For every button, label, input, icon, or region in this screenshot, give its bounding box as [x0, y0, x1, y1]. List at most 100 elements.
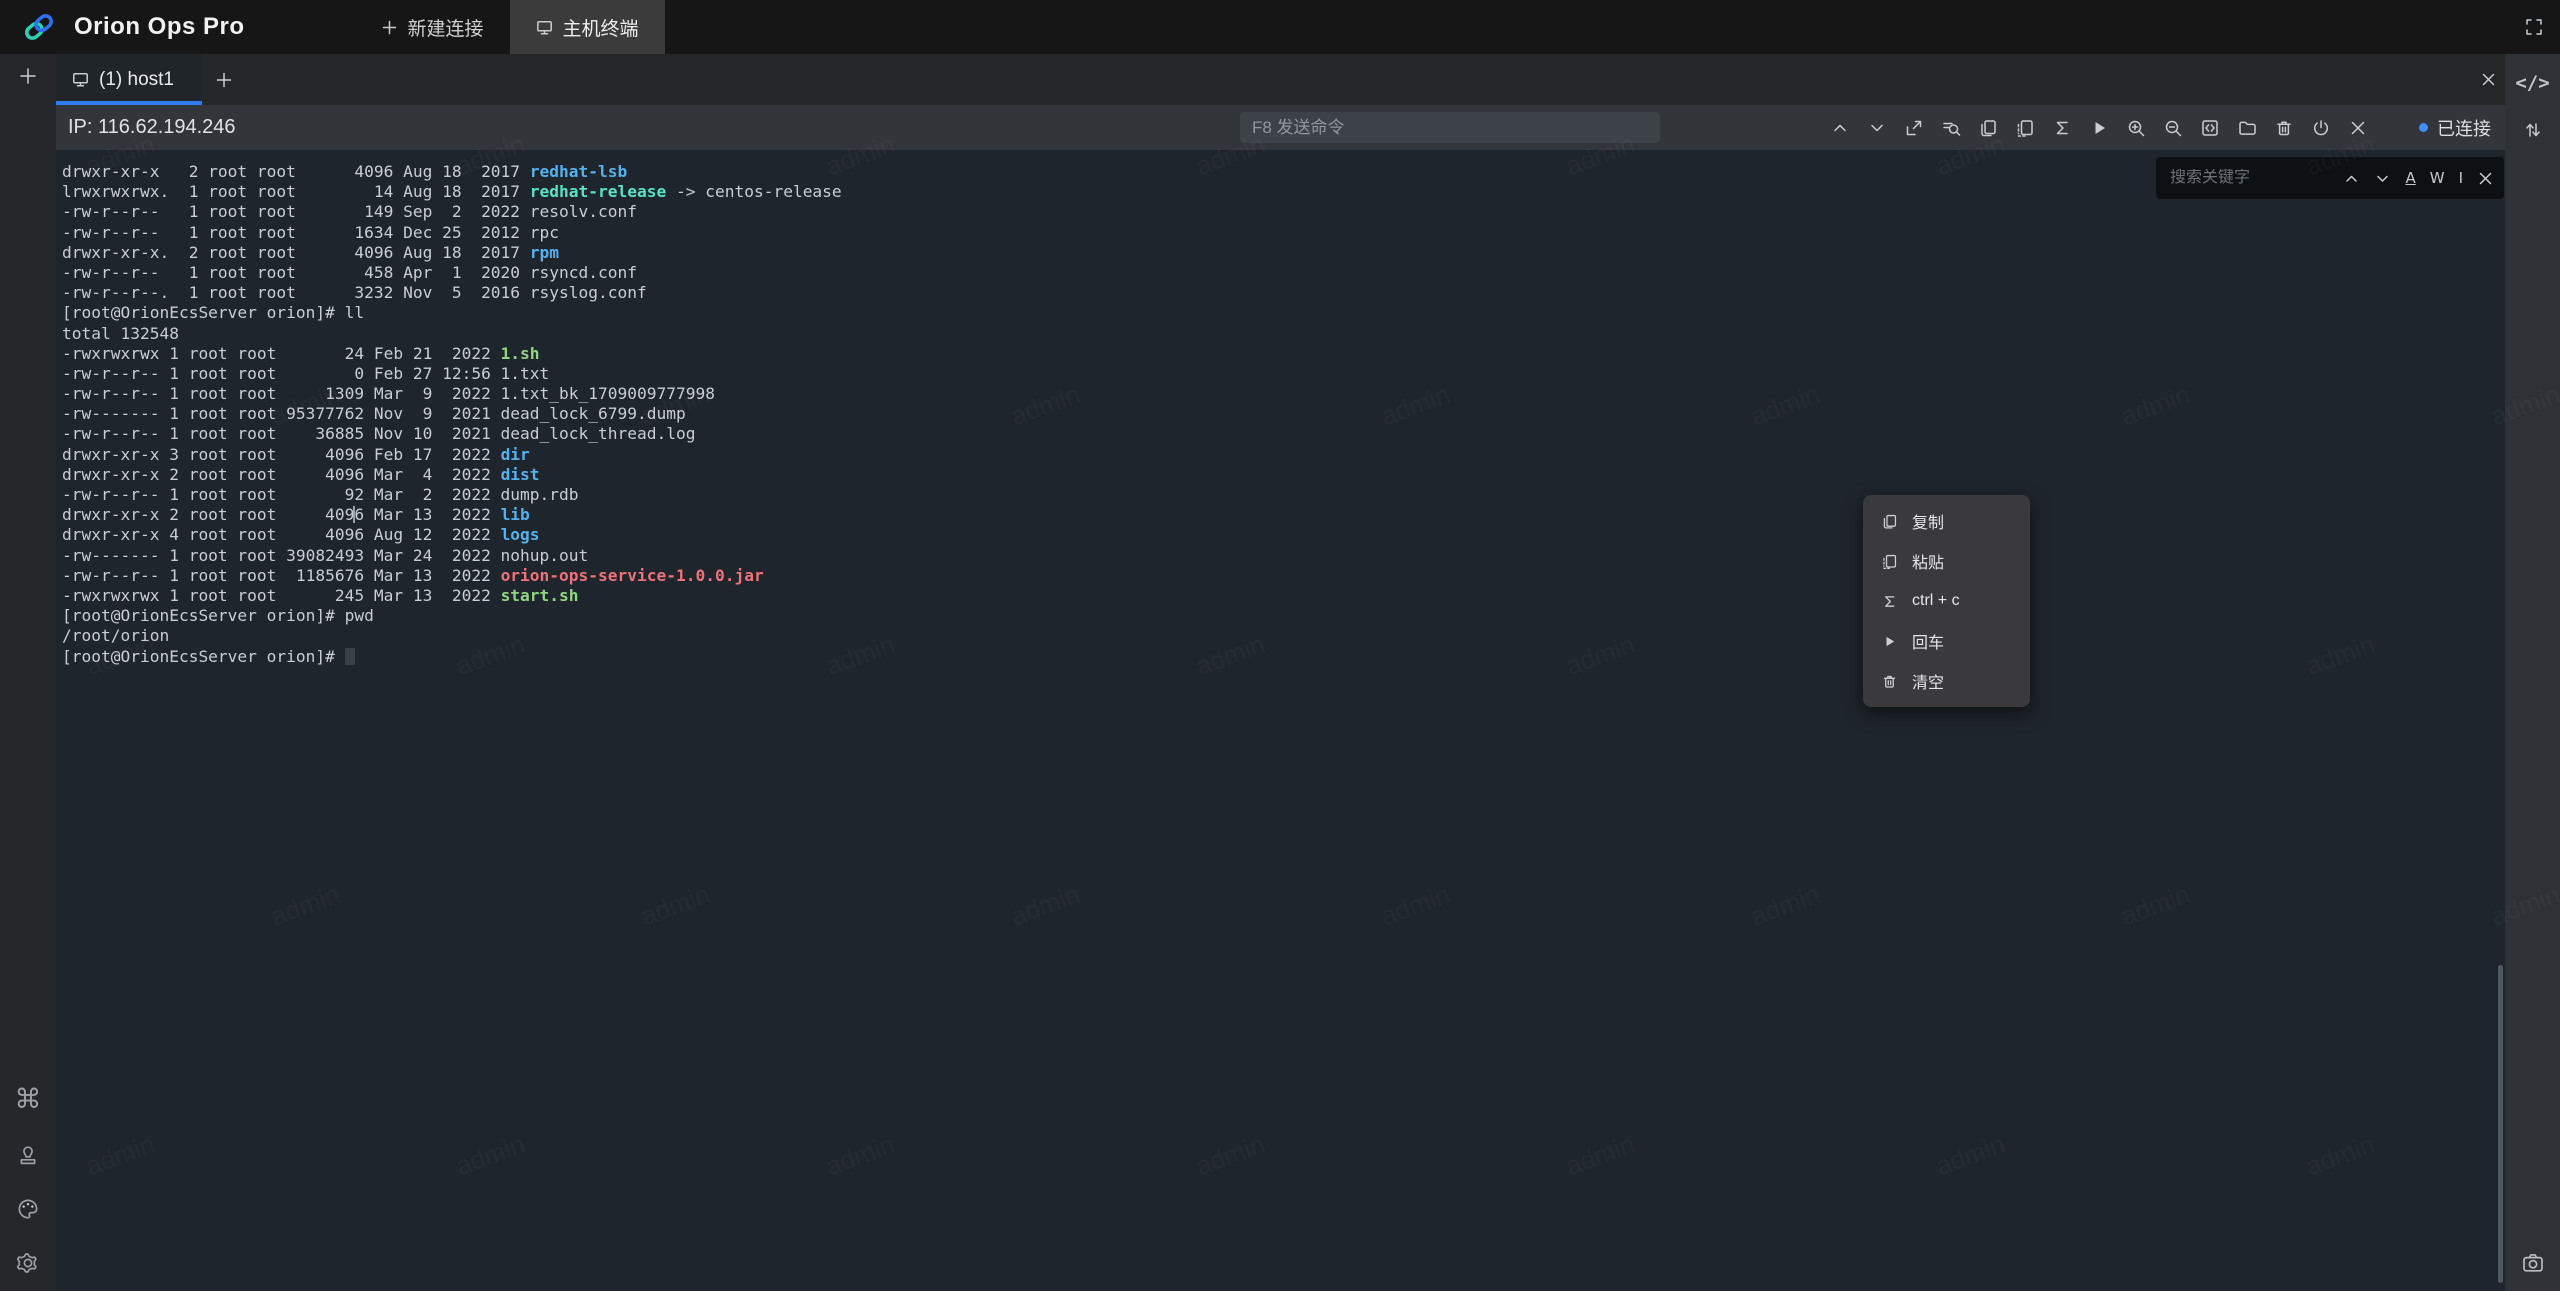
transfer-panel-button[interactable] — [2523, 120, 2543, 140]
terminal-line: drwxr-xr-x 2 root root 4096 Mar 4 2022 d… — [62, 465, 2505, 485]
search-controls: A W I — [2343, 170, 2494, 187]
code-icon: </> — [2515, 72, 2549, 94]
terminal-line: drwxr-xr-x 2 root root 4096 Aug 18 2017 … — [62, 162, 2505, 182]
whole-word-icon: W — [2430, 171, 2445, 186]
context-menu-enter[interactable]: 回车 — [1863, 621, 2030, 661]
close-icon — [2348, 118, 2368, 138]
status-dot — [2419, 123, 2428, 132]
terminal-line: drwxr-xr-x. 2 root root 4096 Aug 18 2017… — [62, 243, 2505, 263]
app-root: Orion Ops Pro 新建连接 主机终端 — [0, 0, 2560, 1291]
paste-button[interactable] — [2015, 118, 2035, 138]
open-new-window-button[interactable] — [1904, 118, 1924, 138]
play-icon — [1881, 633, 1898, 650]
close-terminal-button[interactable] — [2348, 118, 2368, 138]
terminal-context-menu: 复制 粘贴 ctrl + c 回车 清空 — [1863, 495, 2030, 707]
terminal-line: -rw-r--r-- 1 root root 149 Sep 2 2022 re… — [62, 202, 2505, 222]
host-ip-label: IP: 116.62.194.246 — [68, 105, 236, 150]
close-all-button[interactable] — [2480, 54, 2497, 105]
shortcut-keys-button[interactable]: ⌘ — [15, 1086, 42, 1113]
whole-word-button[interactable]: W — [2430, 171, 2445, 186]
command-history-button[interactable] — [1941, 118, 1961, 138]
regex-button[interactable]: I — [2459, 171, 2463, 186]
context-menu-copy[interactable]: 复制 — [1863, 501, 2030, 541]
new-tab-button[interactable] — [214, 54, 234, 105]
screenshot-button[interactable] — [2521, 1251, 2545, 1275]
context-menu-label: 复制 — [1912, 509, 1944, 533]
theme-button[interactable] — [16, 1197, 40, 1221]
terminal-line: [root@OrionEcsServer orion]# — [62, 647, 2505, 667]
run-command-button[interactable] — [2089, 118, 2109, 138]
stamp-icon — [16, 1143, 40, 1167]
font-zoom-in-button[interactable] — [2126, 118, 2146, 138]
sidebar-bottom-group: ⌘ — [15, 1086, 42, 1291]
plus-icon — [18, 66, 38, 86]
search-close-button[interactable] — [2477, 170, 2494, 187]
terminal-tab-bar: (1) host1 — [56, 54, 2505, 105]
chevron-up-icon — [2343, 170, 2360, 187]
snippet-panel-button[interactable]: </> — [2515, 54, 2549, 94]
terminal-line: -rw-r--r-- 1 root root 1185676 Mar 13 20… — [62, 566, 2505, 586]
tab-host1[interactable]: (1) host1 — [56, 54, 202, 105]
terminal-screen[interactable]: drwxr-xr-x 2 root root 4096 Aug 18 2017 … — [56, 150, 2505, 1291]
search-input[interactable] — [2170, 169, 2337, 187]
menu-host-terminal-label: 主机终端 — [563, 14, 639, 41]
ctrl-c-button[interactable] — [2052, 118, 2072, 138]
sftp-folder-button[interactable] — [2237, 118, 2257, 138]
terminal-toolbar: IP: 116.62.194.246 — [56, 105, 2505, 150]
search-panel: A W I — [2156, 157, 2504, 199]
add-connection-button[interactable] — [18, 66, 38, 86]
copy-button[interactable] — [1978, 118, 1998, 138]
search-list-icon — [1941, 118, 1961, 138]
gear-icon — [16, 1251, 40, 1275]
terminal-output: drwxr-xr-x 2 root root 4096 Aug 18 2017 … — [56, 150, 2505, 667]
menu-host-terminal[interactable]: 主机终端 — [510, 0, 665, 54]
font-zoom-out-button[interactable] — [2163, 118, 2183, 138]
monitor-icon — [536, 19, 553, 36]
fullscreen-button[interactable] — [2524, 17, 2544, 37]
scroll-up-button[interactable] — [1830, 118, 1850, 138]
terminal-line: drwxr-xr-x 4 root root 4096 Aug 12 2022 … — [62, 525, 2505, 545]
copy-icon — [1881, 513, 1898, 530]
trash-icon — [1881, 673, 1898, 690]
context-menu-ctrl-c[interactable]: ctrl + c — [1863, 581, 2030, 621]
monitor-icon — [72, 71, 89, 88]
search-prev-button[interactable] — [2343, 170, 2360, 187]
terminal-line: -rw------- 1 root root 95377762 Nov 9 20… — [62, 404, 2505, 424]
context-menu-clear[interactable]: 清空 — [1863, 661, 2030, 701]
toolbar-icon-group — [1830, 105, 2368, 150]
terminal-line: -rw-r--r-- 1 root root 0 Feb 27 12:56 1.… — [62, 364, 2505, 384]
search-next-button[interactable] — [2374, 170, 2391, 187]
terminal-block-cursor — [345, 648, 355, 665]
terminal-line: lrwxrwxrwx. 1 root root 14 Aug 18 2017 r… — [62, 182, 2505, 202]
chevron-down-icon — [1867, 118, 1887, 138]
command-icon: ⌘ — [15, 1086, 42, 1113]
sigma-icon — [1881, 593, 1898, 610]
trash-icon — [2274, 118, 2294, 138]
context-menu-paste[interactable]: 粘贴 — [1863, 541, 2030, 581]
code-snippet-button[interactable] — [2200, 118, 2220, 138]
plus-icon — [381, 19, 398, 36]
send-command-input[interactable] — [1240, 112, 1660, 143]
terminal-line: -rw-r--r-- 1 root root 1309 Mar 9 2022 1… — [62, 384, 2505, 404]
terminal-line: /root/orion — [62, 626, 2505, 646]
chevron-up-icon — [1830, 118, 1850, 138]
context-menu-label: ctrl + c — [1912, 592, 1960, 610]
disconnect-button[interactable] — [2311, 118, 2331, 138]
terminal-line: -rwxrwxrwx 1 root root 24 Feb 21 2022 1.… — [62, 344, 2505, 364]
fullscreen-icon — [2524, 17, 2544, 37]
scroll-down-button[interactable] — [1867, 118, 1887, 138]
match-case-button[interactable]: A — [2405, 171, 2415, 186]
menu-new-connection[interactable]: 新建连接 — [355, 0, 510, 54]
terminal-line: [root@OrionEcsServer orion]# ll — [62, 303, 2505, 323]
clear-screen-button[interactable] — [2274, 118, 2294, 138]
app-header: Orion Ops Pro 新建连接 主机终端 — [0, 0, 2560, 54]
zoom-out-icon — [2163, 118, 2183, 138]
chevron-down-icon — [2374, 170, 2391, 187]
terminal-scrollbar[interactable] — [2498, 965, 2503, 1283]
power-icon — [2311, 118, 2331, 138]
terminal-line: -rw-r--r-- 1 root root 36885 Nov 10 2021… — [62, 424, 2505, 444]
stamp-button[interactable] — [16, 1143, 40, 1167]
terminal-line: -rw-r--r-- 1 root root 92 Mar 2 2022 dum… — [62, 485, 2505, 505]
settings-button[interactable] — [16, 1251, 40, 1275]
close-icon — [2480, 71, 2497, 88]
